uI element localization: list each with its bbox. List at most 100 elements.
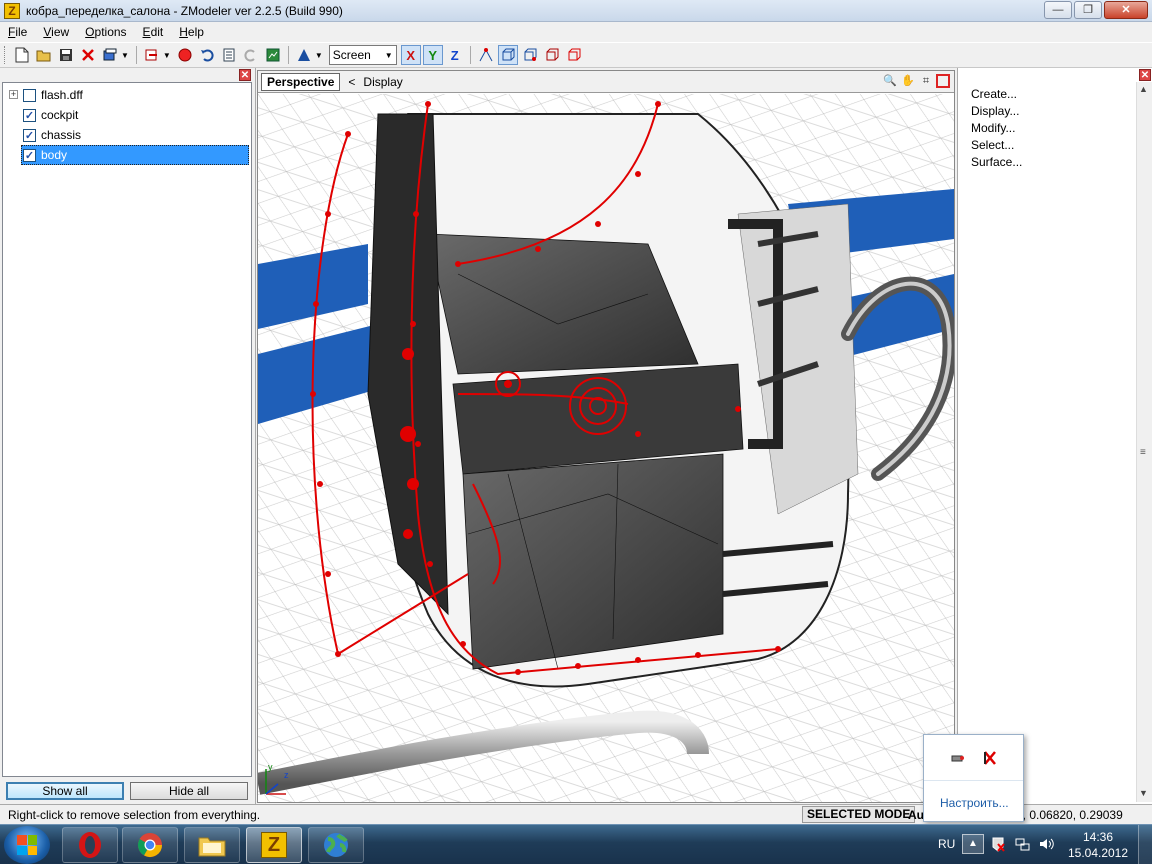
export-icon[interactable]	[142, 45, 162, 65]
command-create[interactable]: Create...	[971, 87, 1017, 101]
scene-render[interactable]: y z	[258, 94, 954, 802]
object-tree-panel: ✕ + flash.dff ✓ cockpit ✓ chassis ✓ body…	[0, 68, 256, 804]
select-face-icon[interactable]	[520, 45, 540, 65]
tree-item-flash-dff[interactable]: flash.dff	[23, 85, 251, 105]
tree-item-chassis[interactable]: ✓ chassis	[23, 125, 251, 145]
scroll-down-icon[interactable]: ▼	[1139, 788, 1148, 798]
volume-icon[interactable]	[1038, 836, 1054, 852]
visibility-checkbox[interactable]: ✓	[23, 128, 36, 142]
customize-link[interactable]: Настроить...	[940, 796, 1009, 810]
delete-icon[interactable]	[78, 45, 98, 65]
visibility-checkbox[interactable]: ✓	[23, 108, 36, 122]
tray-overflow-button[interactable]: ▲	[962, 834, 984, 854]
show-all-button[interactable]: Show all	[6, 782, 124, 800]
maximize-button[interactable]: ❐	[1074, 1, 1102, 19]
select-object-icon[interactable]	[497, 45, 518, 65]
scroll-grip-icon[interactable]: ≡	[1140, 447, 1146, 458]
title-bar: Z кобра_переделка_салона - ZModeler ver …	[0, 0, 1152, 22]
taskbar-internet[interactable]	[308, 827, 364, 863]
usb-device-icon[interactable]	[949, 749, 967, 767]
menu-help-label: elp	[187, 25, 204, 39]
taskbar-explorer[interactable]	[184, 827, 240, 863]
shading-mode-icon[interactable]	[294, 45, 314, 65]
record-icon[interactable]	[175, 45, 195, 65]
expand-icon[interactable]: +	[9, 90, 18, 99]
select-edge-icon[interactable]	[542, 45, 562, 65]
hide-all-button[interactable]: Hide all	[130, 782, 248, 800]
chrome-icon	[137, 833, 162, 858]
taskbar-opera[interactable]	[62, 827, 118, 863]
axis-x-toggle[interactable]: X	[400, 45, 421, 65]
select-group-icon[interactable]	[564, 45, 584, 65]
axis-y-toggle[interactable]: Y	[422, 45, 443, 65]
redo-icon[interactable]	[241, 45, 261, 65]
command-panel: ✕ Create... Display... Modify... Select.…	[957, 68, 1152, 804]
zmodeler-app-icon[interactable]: Z	[4, 2, 20, 19]
menu-options[interactable]: Options	[77, 25, 134, 39]
minimize-button[interactable]: —	[1044, 1, 1072, 19]
toolbar-separator	[287, 46, 289, 64]
start-button[interactable]	[4, 826, 50, 864]
visibility-checkbox[interactable]: ✓	[23, 148, 36, 162]
export-dropdown-arrow[interactable]: ▼	[163, 51, 171, 60]
opera-icon	[79, 832, 101, 858]
undo-icon[interactable]	[197, 45, 217, 65]
select-vertex-icon[interactable]	[476, 45, 496, 65]
tree-item-label: chassis	[41, 128, 82, 142]
shading-dropdown-arrow[interactable]: ▼	[315, 51, 323, 60]
toolbar-separator	[469, 46, 471, 64]
window-controls: — ❐ ✕	[1042, 1, 1148, 19]
menu-file-label: ile	[15, 25, 28, 39]
selected-mode-indicator: SELECTED MODE	[802, 806, 916, 823]
command-panel-scrollbar[interactable]: ▲ ≡ ▼	[1136, 82, 1152, 802]
close-panel-icon[interactable]: ✕	[1139, 69, 1151, 81]
viewport-tab-perspective[interactable]: Perspective	[261, 72, 341, 91]
checkmark-icon: ✓	[24, 149, 35, 162]
command-surface[interactable]: Surface...	[971, 155, 1022, 169]
menu-edit[interactable]: Edit	[135, 25, 172, 39]
menu-view[interactable]: View	[35, 25, 77, 39]
menu-edit-hotkey: E	[142, 25, 151, 39]
import-dropdown-arrow[interactable]: ▼	[121, 51, 129, 60]
command-modify[interactable]: Modify...	[971, 121, 1015, 135]
open-file-icon[interactable]	[34, 45, 54, 65]
cursor-coordinates: 9, 0.06820, 0.29039	[1016, 808, 1123, 822]
maximize-viewport-icon[interactable]	[936, 74, 950, 88]
taskbar-chrome[interactable]	[122, 827, 178, 863]
scroll-up-icon[interactable]: ▲	[1139, 84, 1148, 94]
show-desktop-button[interactable]	[1138, 825, 1152, 864]
pan-icon[interactable]: ✋	[900, 73, 916, 89]
notes-icon[interactable]	[219, 45, 239, 65]
render-icon[interactable]	[263, 45, 283, 65]
taskbar-zmodeler[interactable]: Z	[246, 827, 302, 863]
globe-icon	[324, 833, 348, 857]
new-file-icon[interactable]	[12, 45, 32, 65]
tree-item-body[interactable]: ✓ body	[21, 145, 249, 165]
toolbar-grip[interactable]	[4, 46, 7, 64]
menu-file[interactable]: File	[0, 25, 35, 39]
close-panel-icon[interactable]: ✕	[239, 69, 251, 81]
axis-z-toggle[interactable]: Z	[445, 45, 465, 65]
tree-item-cockpit[interactable]: ✓ cockpit	[23, 105, 251, 125]
view-mode-select[interactable]: Screen ▼	[328, 45, 397, 65]
import-icon[interactable]	[100, 45, 120, 65]
fit-view-icon[interactable]: ⌗	[918, 73, 934, 89]
clock-date[interactable]: 15.04.2012	[1062, 846, 1134, 860]
perspective-viewport[interactable]: Perspective < Display 🔍 ✋ ⌗ y z	[257, 70, 955, 803]
zoom-icon[interactable]: 🔍	[882, 73, 898, 89]
menu-help[interactable]: Help	[171, 25, 212, 39]
clock-time[interactable]: 14:36	[1070, 830, 1126, 844]
object-tree[interactable]: + flash.dff ✓ cockpit ✓ chassis ✓ body	[2, 82, 252, 777]
keyboard-language[interactable]: RU	[938, 837, 955, 851]
command-display[interactable]: Display...	[971, 104, 1019, 118]
command-select[interactable]: Select...	[971, 138, 1014, 152]
close-button[interactable]: ✕	[1104, 1, 1148, 19]
menu-bar: File View Options Edit Help	[0, 22, 1152, 42]
action-center-icon[interactable]	[990, 836, 1006, 852]
antivirus-icon[interactable]	[981, 749, 999, 767]
back-arrow-icon[interactable]: <	[348, 75, 355, 89]
save-icon[interactable]	[56, 45, 76, 65]
viewport-breadcrumb[interactable]: Display	[363, 75, 402, 89]
visibility-checkbox[interactable]	[23, 88, 36, 102]
network-icon[interactable]	[1014, 836, 1030, 852]
